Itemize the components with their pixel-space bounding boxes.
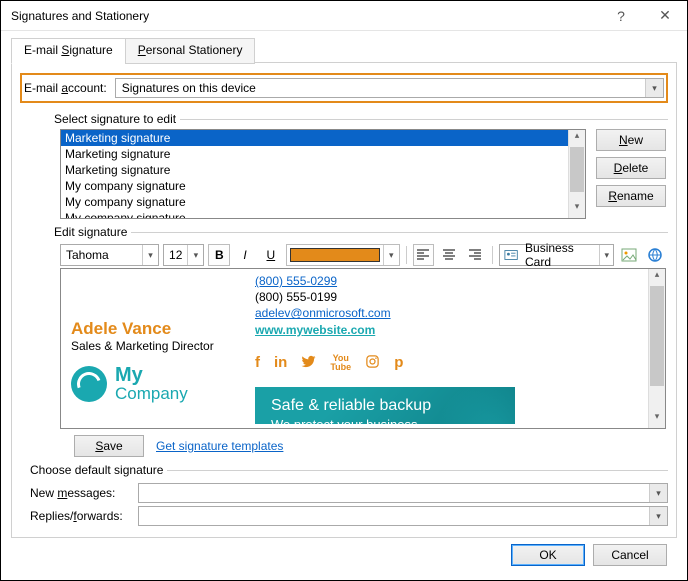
company-logo-icon [71, 366, 107, 402]
new-messages-label: New messages: [30, 486, 132, 500]
get-templates-link[interactable]: Get signature templates [156, 439, 283, 453]
scroll-thumb[interactable] [650, 286, 664, 386]
save-button[interactable]: Save [74, 435, 144, 457]
scroll-up-icon[interactable]: ▴ [569, 130, 585, 147]
email-account-row: E-mail account: Signatures on this devic… [20, 73, 668, 103]
new-button[interactable]: New [596, 129, 666, 151]
scroll-up-icon[interactable]: ▴ [649, 269, 665, 286]
tab-personal-stationery[interactable]: Personal Stationery [125, 38, 256, 64]
underline-button[interactable]: U [260, 244, 282, 266]
sig-phone1: (800) 555-0299 [255, 274, 337, 288]
default-signature-header: Choose default signature [30, 463, 668, 477]
youtube-icon: YouTube [330, 354, 351, 373]
scroll-down-icon[interactable]: ▾ [569, 201, 585, 218]
business-card-icon [504, 247, 518, 263]
signature-list-item[interactable]: Marketing signature [61, 130, 568, 146]
email-account-label: E-mail account: [24, 81, 107, 95]
chevron-down-icon: ▾ [649, 507, 667, 525]
font-color-swatch [290, 248, 380, 262]
insert-hyperlink-button[interactable] [644, 244, 666, 266]
signature-listbox[interactable]: Marketing signatureMarketing signatureMa… [60, 129, 586, 219]
cancel-button[interactable]: Cancel [593, 544, 667, 566]
email-account-dropdown[interactable]: Signatures on this device ▾ [115, 78, 664, 98]
select-signature-header: Select signature to edit [54, 112, 668, 126]
sig-email: adelev@onmicrosoft.com [255, 306, 391, 320]
edit-signature-header: Edit signature [54, 225, 668, 239]
delete-button[interactable]: Delete [596, 157, 666, 179]
facebook-icon: f [255, 354, 260, 373]
tab-strip: E-mail Signature Personal Stationery [11, 37, 677, 63]
signature-list-item[interactable]: My company signature [61, 210, 568, 218]
signature-list-item[interactable]: My company signature [61, 178, 568, 194]
titlebar: Signatures and Stationery ? ✕ [1, 1, 687, 31]
edit-toolbar: Tahoma▾ 12▾ B I U ▾ [60, 244, 666, 266]
instagram-icon [365, 354, 380, 373]
sig-card-left: Adele Vance Sales & Marketing Director M… [65, 273, 255, 424]
scroll-down-icon[interactable]: ▾ [649, 411, 665, 428]
email-account-value: Signatures on this device [122, 81, 645, 95]
dialog-footer: OK Cancel [11, 538, 677, 572]
chevron-down-icon: ▾ [645, 79, 663, 97]
linkedin-icon: in [274, 354, 287, 373]
sig-phone2: (800) 555-0199 [255, 289, 644, 305]
pinterest-icon: p [394, 354, 403, 373]
sig-website: www.mywebsite.com [255, 323, 375, 337]
window-title: Signatures and Stationery [11, 9, 599, 23]
align-right-icon [467, 247, 483, 263]
sig-card-right: (800) 555-0299 (800) 555-0199 adelev@onm… [255, 273, 644, 424]
business-card-button[interactable]: Business Card ▾ [499, 244, 615, 266]
insert-image-button[interactable] [618, 244, 640, 266]
rename-button[interactable]: Rename [596, 185, 666, 207]
scrollbar[interactable]: ▴ ▾ [568, 130, 585, 218]
signature-editor[interactable]: Adele Vance Sales & Marketing Director M… [60, 268, 666, 429]
scroll-thumb[interactable] [570, 147, 584, 192]
editor-scrollbar[interactable]: ▴ ▾ [648, 269, 665, 428]
replies-forwards-label: Replies/forwards: [30, 509, 132, 523]
signature-list-item[interactable]: My company signature [61, 194, 568, 210]
sig-social-icons: f in YouTube p [255, 354, 644, 373]
chevron-down-icon: ▾ [649, 484, 667, 502]
ok-button[interactable]: OK [511, 544, 585, 566]
new-messages-dropdown[interactable]: ▾ [138, 483, 668, 503]
twitter-icon [301, 354, 316, 373]
replies-forwards-dropdown[interactable]: ▾ [138, 506, 668, 526]
signature-list-item[interactable]: Marketing signature [61, 146, 568, 162]
align-right-button[interactable] [464, 244, 486, 266]
image-icon [621, 247, 637, 263]
font-family-dropdown[interactable]: Tahoma▾ [60, 244, 159, 266]
signature-list-item[interactable]: Marketing signature [61, 162, 568, 178]
dialog-body: E-mail Signature Personal Stationery E-m… [1, 31, 687, 580]
tab-panel-email-signature: E-mail account: Signatures on this devic… [11, 63, 677, 538]
align-left-icon [415, 247, 431, 263]
align-center-icon [441, 247, 457, 263]
font-color-dropdown[interactable]: ▾ [286, 244, 400, 266]
align-left-button[interactable] [413, 244, 435, 266]
sig-company-logo: My Company [71, 365, 249, 402]
link-icon [647, 247, 663, 263]
sig-role: Sales & Marketing Director [71, 339, 249, 353]
bold-button[interactable]: B [208, 244, 230, 266]
italic-button[interactable]: I [234, 244, 256, 266]
align-center-button[interactable] [438, 244, 460, 266]
help-button[interactable]: ? [599, 1, 643, 31]
font-size-dropdown[interactable]: 12▾ [163, 244, 204, 266]
sig-name: Adele Vance [71, 319, 249, 339]
dialog-signatures-and-stationery: Signatures and Stationery ? ✕ E-mail Sig… [0, 0, 688, 581]
close-button[interactable]: ✕ [643, 1, 687, 31]
tab-email-signature[interactable]: E-mail Signature [11, 38, 126, 64]
sig-banner: Safe & reliable backup We protect your b… [255, 387, 515, 424]
